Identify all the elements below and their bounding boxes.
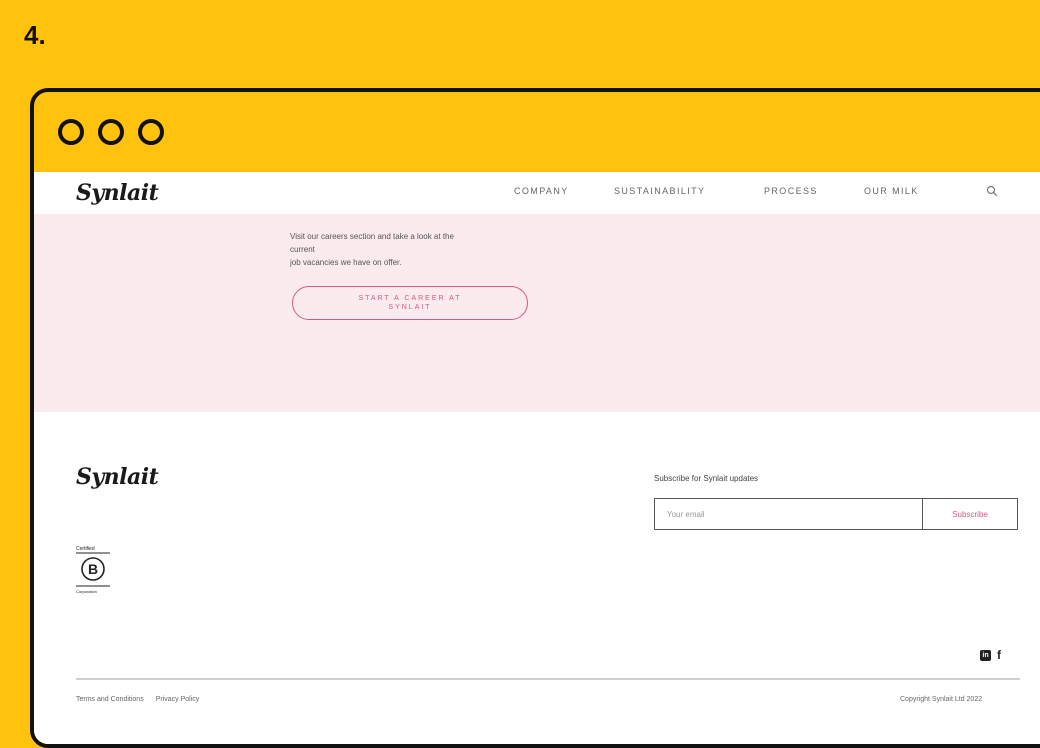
bcorp-bottom-label: Corporation: [76, 589, 97, 594]
step-number: 4.: [24, 20, 46, 50]
window-control-dot[interactable]: [98, 119, 124, 145]
careers-text-line: Visit our careers section and take a loo…: [290, 232, 454, 241]
site-logo[interactable]: Synlait: [76, 180, 159, 206]
careers-text-line: job vacancies we have on offer.: [290, 258, 402, 267]
careers-text: Visit our careers section and take a loo…: [290, 230, 530, 269]
start-career-button[interactable]: START A CAREER AT SYNLAIT: [292, 286, 528, 320]
linkedin-icon[interactable]: in: [980, 649, 991, 661]
bcorp-top-label: Certified: [76, 546, 95, 552]
nav-item-company[interactable]: COMPANY: [514, 186, 614, 196]
svg-text:B: B: [88, 561, 98, 577]
social-links: in f: [980, 648, 1001, 662]
legal-links: Terms and Conditions Privacy Policy: [76, 696, 199, 703]
main-nav: COMPANY SUSTAINABILITY PROCESS OUR MILK: [514, 186, 964, 196]
footer-logo[interactable]: Synlait: [76, 464, 159, 490]
browser-window: Synlait COMPANY SUSTAINABILITY PROCESS O…: [30, 88, 1040, 748]
subscribe-button[interactable]: Subscribe: [923, 499, 1017, 529]
nav-item-process[interactable]: PROCESS: [764, 186, 864, 196]
window-control-dot[interactable]: [138, 119, 164, 145]
terms-link[interactable]: Terms and Conditions: [76, 696, 144, 703]
site-header: Synlait COMPANY SUSTAINABILITY PROCESS O…: [34, 172, 1040, 214]
site-footer: Synlait Certified B Corporation Subscrib…: [34, 412, 1040, 744]
nav-item-our-milk[interactable]: OUR MILK: [864, 186, 964, 196]
subscribe-form: Subscribe: [654, 498, 1018, 530]
copyright-text: Copyright Synlait Ltd 2022: [900, 696, 983, 703]
search-icon[interactable]: [986, 185, 998, 197]
subscribe-label: Subscribe for Synlait updates: [654, 474, 759, 483]
privacy-link[interactable]: Privacy Policy: [156, 696, 200, 703]
careers-section: Visit our careers section and take a loo…: [34, 214, 1040, 412]
browser-titlebar: [34, 92, 1040, 176]
email-field[interactable]: [655, 499, 923, 529]
careers-text-line: current: [290, 245, 315, 254]
page-viewport: Synlait COMPANY SUSTAINABILITY PROCESS O…: [34, 172, 1040, 744]
footer-divider: [76, 678, 1020, 680]
window-control-dot[interactable]: [58, 119, 84, 145]
facebook-icon[interactable]: f: [997, 648, 1001, 662]
b-corp-certified-icon: Certified B Corporation: [76, 546, 110, 594]
nav-item-sustainability[interactable]: SUSTAINABILITY: [614, 186, 764, 196]
